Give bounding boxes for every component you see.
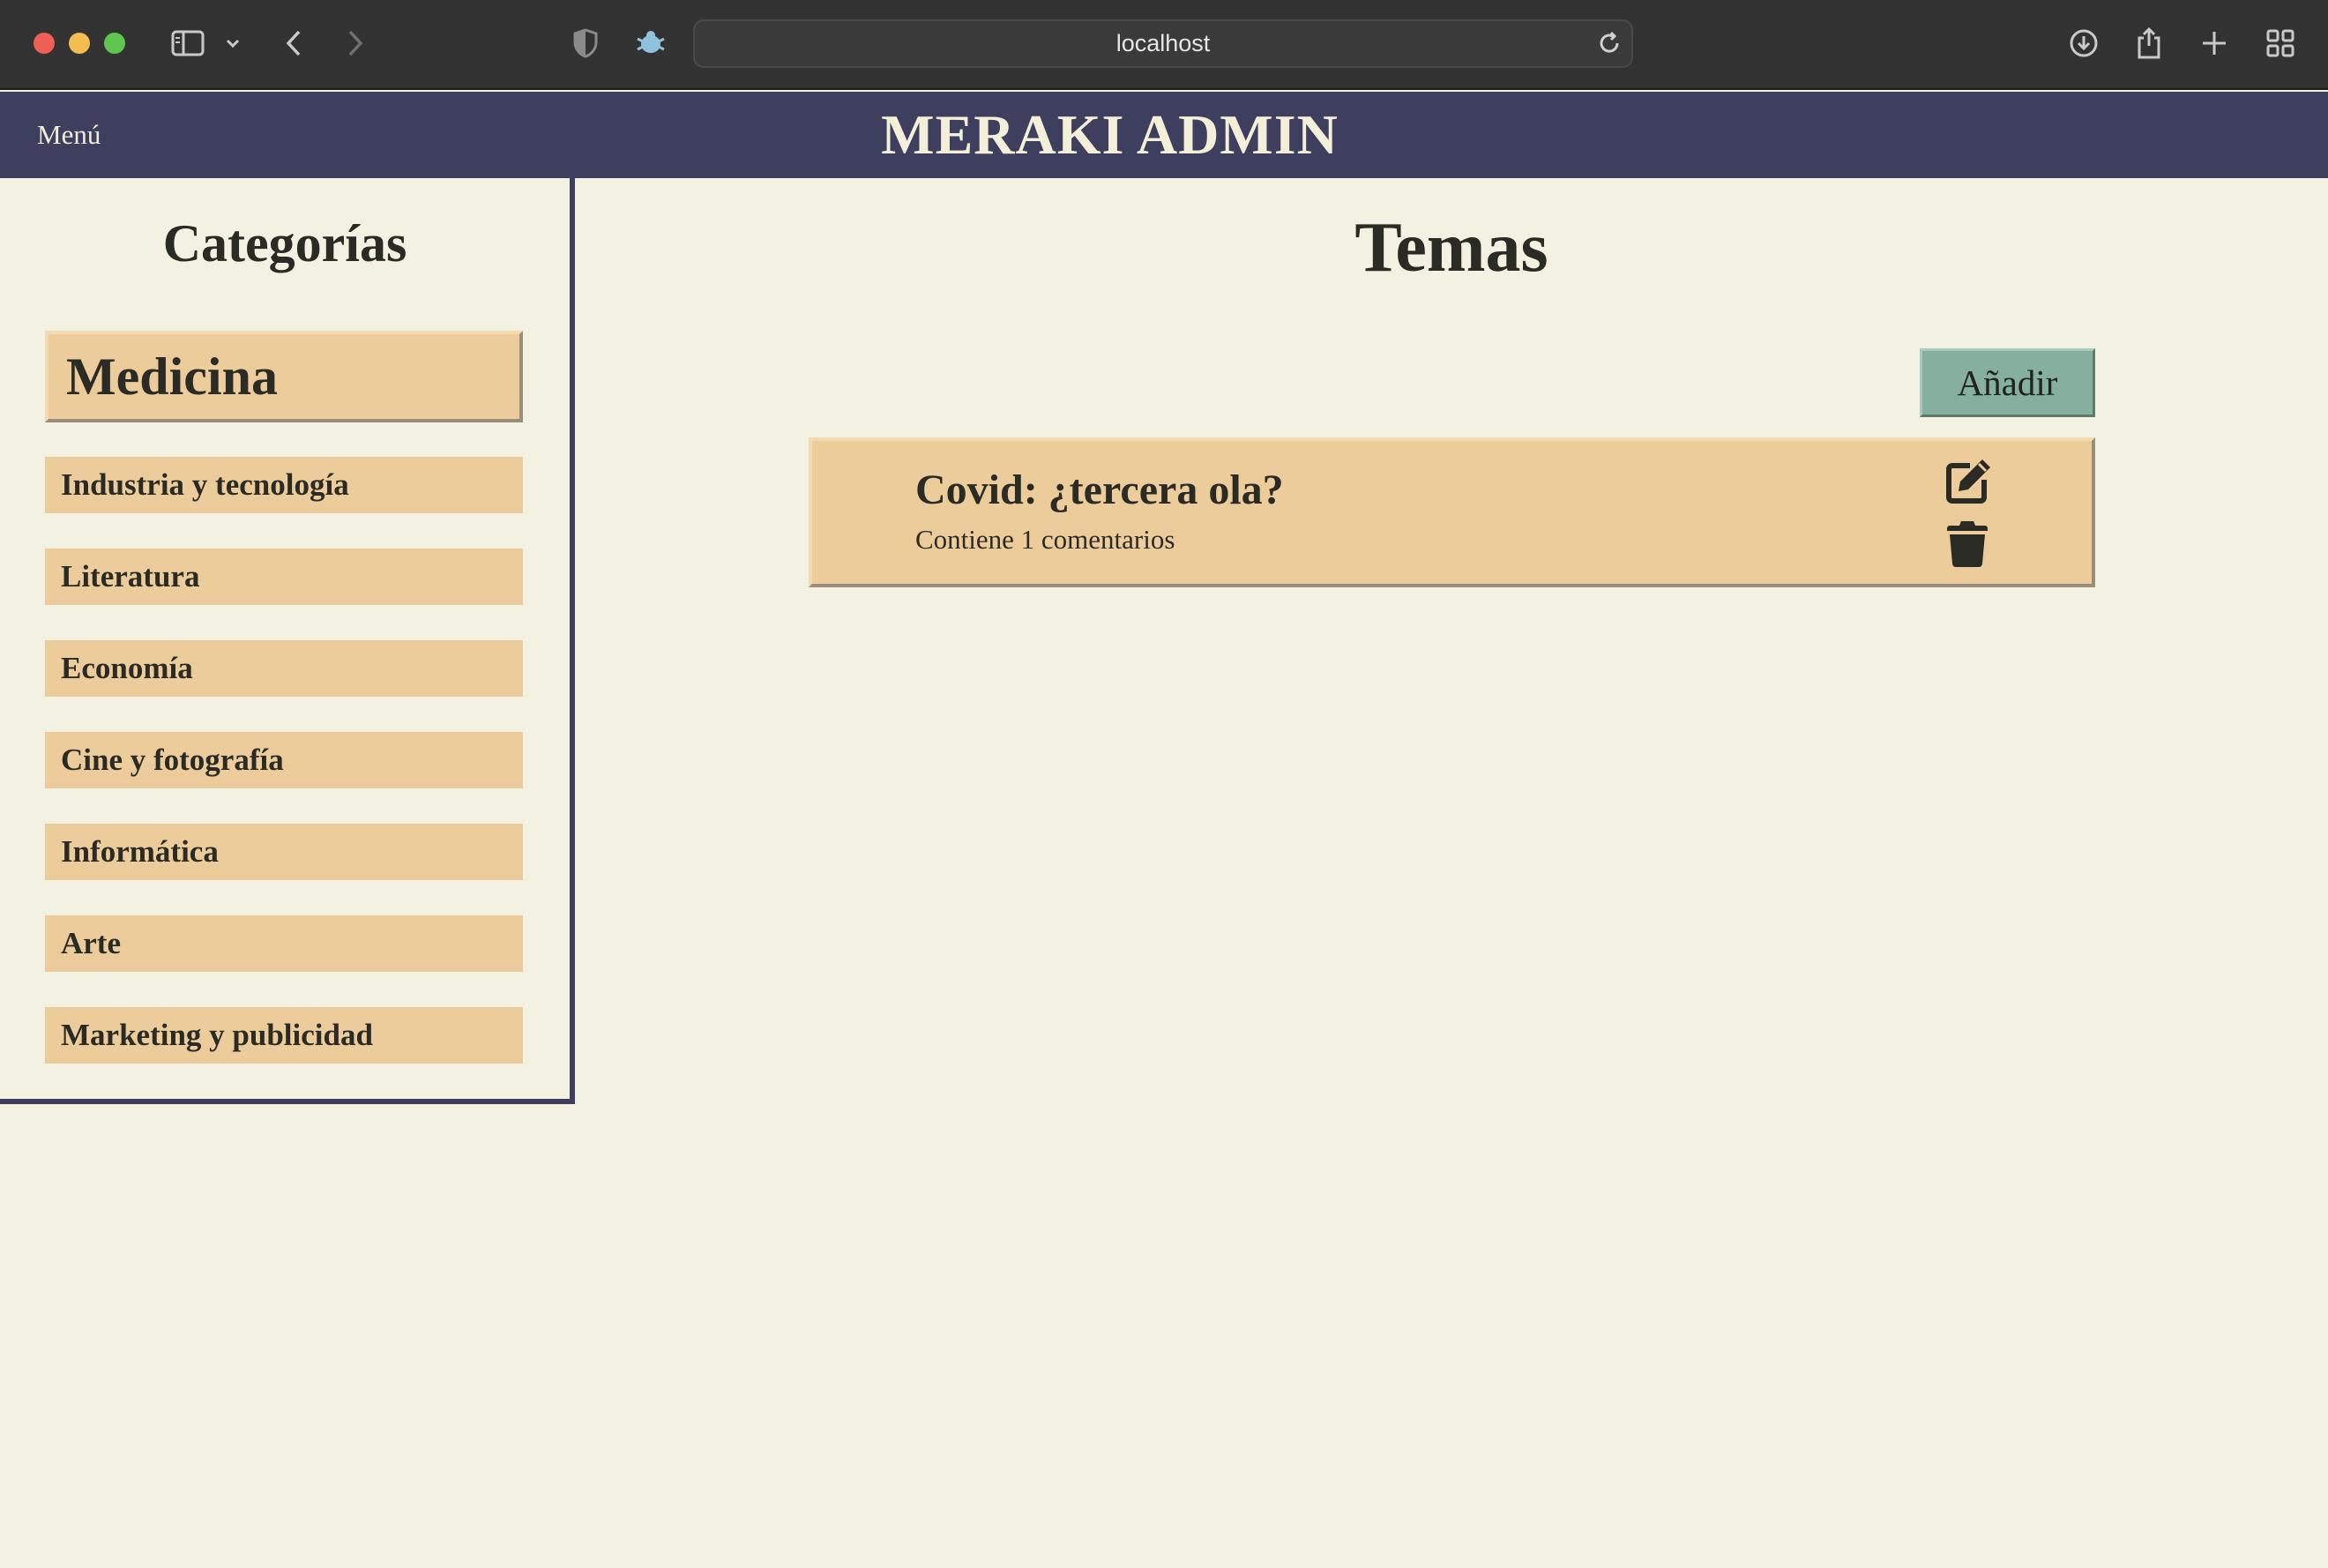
brand-title: MERAKI ADMIN [881, 103, 1339, 166]
download-icon[interactable] [2068, 25, 2100, 62]
category-item[interactable]: Economía [45, 640, 523, 697]
minimize-window-button[interactable] [69, 33, 90, 54]
tab-overview-icon[interactable] [2265, 25, 2296, 62]
shield-icon[interactable] [571, 25, 600, 62]
chevron-down-icon[interactable] [222, 25, 243, 62]
page-title: Temas [1354, 209, 1548, 287]
trash-icon[interactable] [1946, 519, 1988, 568]
add-topic-button[interactable]: Añadir [1920, 348, 2095, 417]
forward-icon[interactable] [342, 25, 369, 62]
category-item-active[interactable]: Medicina [45, 331, 523, 422]
edit-icon[interactable] [1944, 457, 1993, 506]
share-icon[interactable] [2134, 25, 2164, 62]
sidebar-icon[interactable] [169, 25, 206, 62]
close-window-button[interactable] [34, 33, 55, 54]
topic-title[interactable]: Covid: ¿tercera ola? [915, 466, 1284, 514]
back-icon[interactable] [280, 25, 307, 62]
category-item[interactable]: Informática [45, 824, 523, 880]
topic-card[interactable]: Covid: ¿tercera ola? Contiene 1 comentar… [809, 437, 2095, 587]
topic-comment-count: Contiene 1 comentarios [915, 524, 1175, 555]
category-item[interactable]: Cine y fotografía [45, 732, 523, 788]
reload-icon[interactable] [1596, 30, 1623, 56]
sidebar-title: Categorías [162, 214, 407, 273]
browser-toolbar: localhost [0, 0, 2328, 90]
category-item[interactable]: Arte [45, 915, 523, 972]
zoom-window-button[interactable] [104, 33, 125, 54]
extension-icon[interactable] [633, 25, 668, 62]
categories-sidebar: Categorías Medicina Industria y tecnolog… [0, 178, 575, 1104]
address-bar[interactable]: localhost [693, 19, 1633, 68]
category-item[interactable]: Marketing y publicidad [45, 1007, 523, 1064]
category-item[interactable]: Literatura [45, 549, 523, 605]
url-text[interactable]: localhost [695, 21, 1631, 66]
new-tab-icon[interactable] [2199, 25, 2229, 62]
category-item[interactable]: Industria y tecnología [45, 457, 523, 513]
app-header: Menú MERAKI ADMIN [0, 92, 2328, 178]
